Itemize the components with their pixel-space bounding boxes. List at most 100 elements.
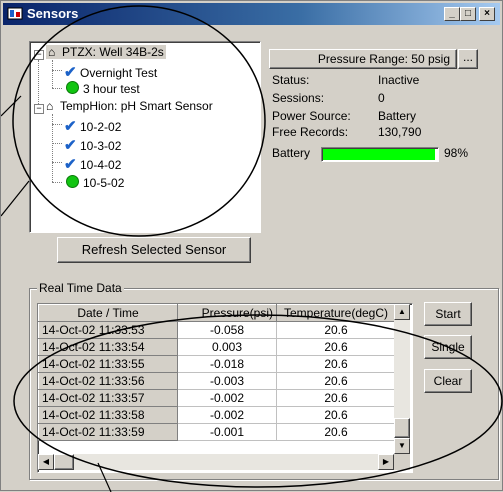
scroll-down-button[interactable]: ▼ (394, 438, 410, 454)
minimize-icon: _ (449, 8, 455, 19)
collapse-icon[interactable]: − (34, 104, 44, 114)
cell-temperature: 20.6 (276, 372, 396, 390)
status-label: Status: (272, 73, 310, 87)
cell-temperature: 20.6 (276, 338, 396, 356)
tree-node-label: Overnight Test (80, 66, 158, 80)
cell-datetime: 14-Oct-02 11:33:54 (38, 338, 178, 356)
close-button[interactable]: × (479, 7, 495, 21)
title-bar[interactable]: Sensors _ □ × (3, 3, 500, 25)
cell-temperature: 20.6 (276, 355, 396, 373)
scroll-left-button[interactable]: ◀ (38, 454, 54, 470)
tree-node-sensor-ptzx[interactable]: ⌂ PTZX: Well 34B-2s (46, 45, 166, 59)
clear-button[interactable]: Clear (424, 369, 472, 393)
real-time-data-grid[interactable]: Date / Time Pressure(psi) Temperature(de… (37, 303, 413, 473)
active-session-icon (66, 81, 79, 94)
checkmark-icon: ✔ (64, 118, 77, 135)
scroll-right-button[interactable]: ▶ (378, 454, 394, 470)
checkmark-icon: ✔ (64, 137, 77, 154)
vertical-scrollbar[interactable]: ▲ ▼ (394, 304, 410, 454)
table-row[interactable]: 14-Oct-02 11:33:54 0.003 20.6 (38, 338, 396, 356)
column-header-temperature[interactable]: Temperature(degC) (276, 304, 396, 322)
clear-button-label: Clear (433, 374, 463, 388)
scroll-up-button[interactable]: ▲ (394, 304, 410, 320)
cell-pressure: -0.001 (177, 423, 277, 441)
sensor-icon: ⌂ (46, 99, 54, 113)
cell-datetime: 14-Oct-02 11:33:59 (38, 423, 178, 441)
tree-node-test[interactable]: ✔ 10-2-02 (64, 117, 121, 135)
horizontal-scroll-thumb[interactable] (54, 454, 74, 470)
scroll-left-icon: ◀ (42, 457, 50, 466)
minimize-button[interactable]: _ (444, 7, 460, 21)
column-header-datetime[interactable]: Date / Time (38, 304, 178, 322)
table-row[interactable]: 14-Oct-02 11:33:58 -0.002 20.6 (38, 406, 396, 424)
window-title: Sensors (27, 6, 79, 21)
sessions-label: Sessions: (272, 91, 325, 105)
cell-temperature: 20.6 (276, 406, 396, 424)
start-button-label: Start (435, 307, 461, 321)
table-row[interactable]: 14-Oct-02 11:33:59 -0.001 20.6 (38, 423, 396, 441)
sensors-window: Sensors _ □ × − ⌂ PTZX: Well 34B-2s ✔ Over… (0, 0, 503, 492)
tree-node-test[interactable]: ✔ Overnight Test (64, 63, 157, 81)
cell-pressure: 0.003 (177, 338, 277, 356)
browse-label: ... (462, 50, 473, 64)
vertical-scroll-thumb[interactable] (394, 418, 410, 438)
horizontal-scrollbar[interactable]: ◀ ▶ (38, 454, 394, 470)
table-row[interactable]: 14-Oct-02 11:33:57 -0.002 20.6 (38, 389, 396, 407)
cell-temperature: 20.6 (276, 389, 396, 407)
start-button[interactable]: Start (424, 302, 472, 326)
cell-datetime: 14-Oct-02 11:33:55 (38, 355, 178, 373)
annotation-pointer-left-lower (1, 180, 30, 217)
tree-node-sensor-temphion[interactable]: ⌂ TempHion: pH Smart Sensor (46, 99, 213, 113)
maximize-icon: □ (464, 8, 472, 19)
free-records-value: 130,790 (378, 125, 422, 139)
tree-node-label: PTZX: Well 34B-2s (62, 45, 164, 59)
collapse-icon[interactable]: − (34, 50, 44, 60)
cell-pressure: -0.002 (177, 406, 277, 424)
power-source-label: Power Source: (272, 109, 351, 123)
cell-pressure: -0.058 (177, 321, 277, 339)
cell-pressure: -0.018 (177, 355, 277, 373)
scroll-down-icon: ▼ (398, 441, 406, 450)
free-records-label: Free Records: (272, 125, 349, 139)
refresh-button-label: Refresh Selected Sensor (81, 242, 227, 257)
table-row[interactable]: 14-Oct-02 11:33:53 -0.058 20.6 (38, 321, 396, 339)
annotation-pointer-left-upper (1, 95, 22, 117)
battery-label: Battery (272, 146, 311, 160)
cell-pressure: -0.002 (177, 389, 277, 407)
single-button[interactable]: Single (424, 335, 472, 359)
scroll-up-icon: ▲ (398, 307, 406, 316)
status-value: Inactive (378, 73, 420, 87)
battery-percent: 98% (444, 146, 469, 160)
tree-node-label: 3 hour test (83, 82, 140, 96)
tree-node-test[interactable]: ✔ 10-4-02 (64, 155, 121, 173)
battery-fill (323, 149, 435, 160)
checkmark-icon: ✔ (64, 64, 77, 81)
tree-node-label: 10-2-02 (80, 120, 122, 134)
tree-node-label: TempHion: pH Smart Sensor (60, 99, 213, 113)
maximize-button[interactable]: □ (460, 7, 476, 21)
tree-node-test[interactable]: 10-5-02 (66, 175, 124, 190)
single-button-label: Single (431, 340, 465, 354)
cell-datetime: 14-Oct-02 11:33:56 (38, 372, 178, 390)
table-row[interactable]: 14-Oct-02 11:33:56 -0.003 20.6 (38, 372, 396, 390)
data-table: Date / Time Pressure(psi) Temperature(de… (38, 304, 396, 441)
tree-node-test[interactable]: 3 hour test (66, 81, 140, 96)
tree-node-label: 10-5-02 (83, 176, 125, 190)
table-row[interactable]: 14-Oct-02 11:33:55 -0.018 20.6 (38, 355, 396, 373)
tree-node-test[interactable]: ✔ 10-3-02 (64, 136, 121, 154)
close-icon: × (484, 8, 490, 19)
pressure-range-field[interactable]: Pressure Range: 50 psig (269, 49, 457, 69)
table-header-row: Date / Time Pressure(psi) Temperature(de… (38, 304, 396, 322)
real-time-data-label: Real Time Data (37, 281, 124, 295)
scroll-right-icon: ▶ (382, 457, 390, 466)
column-header-pressure[interactable]: Pressure(psi) (177, 304, 277, 322)
power-source-value: Battery (378, 109, 417, 123)
sensor-icon: ⌂ (48, 45, 56, 59)
scrollbar-corner (394, 454, 410, 470)
cell-datetime: 14-Oct-02 11:33:58 (38, 406, 178, 424)
battery-meter (321, 147, 439, 162)
cell-temperature: 20.6 (276, 423, 396, 441)
sensor-tree[interactable]: − ⌂ PTZX: Well 34B-2s ✔ Overnight Test 3 h… (29, 41, 261, 233)
browse-range-button[interactable]: ... (458, 49, 478, 69)
refresh-selected-sensor-button[interactable]: Refresh Selected Sensor (57, 237, 251, 263)
